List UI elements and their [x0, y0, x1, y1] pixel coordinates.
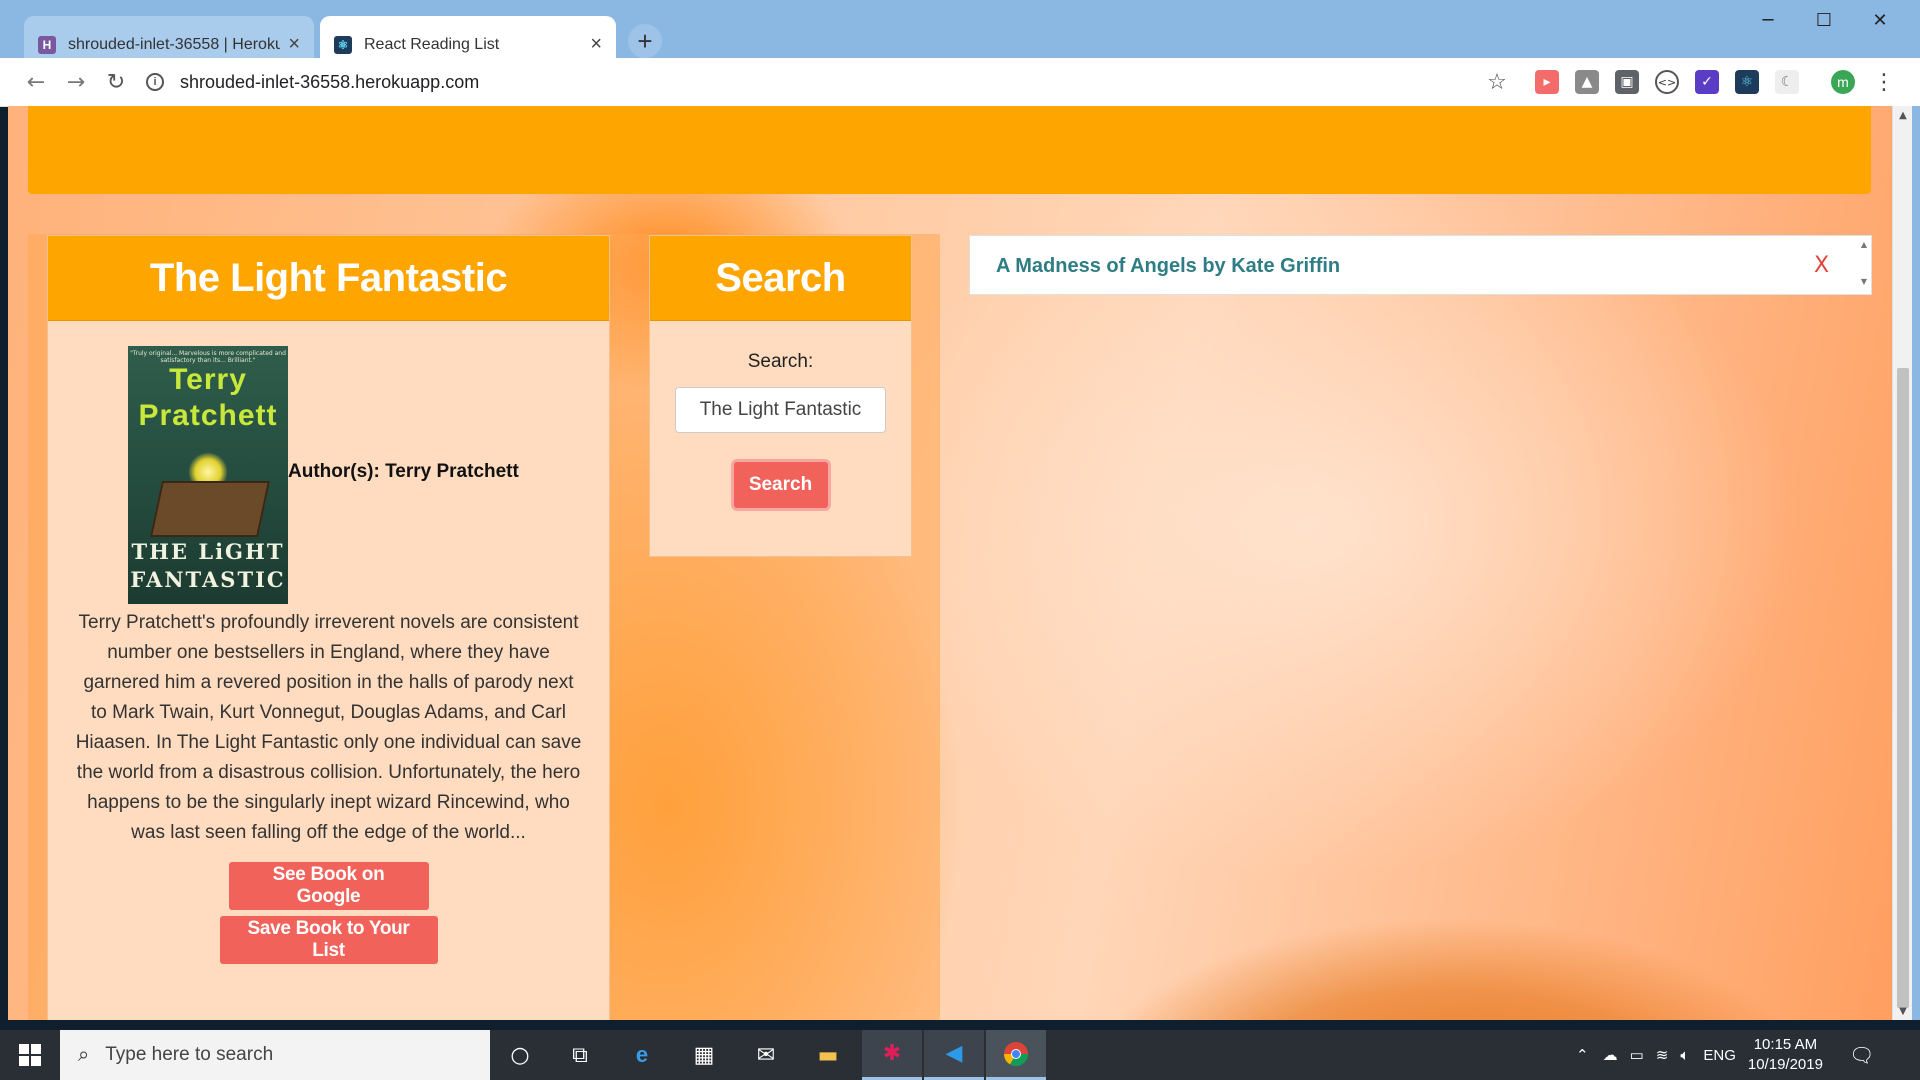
forward-icon[interactable]: → [60, 66, 92, 98]
store-icon[interactable]: ▦ [674, 1030, 734, 1080]
taskbar-search-box[interactable]: ⌕ Type here to search [60, 1030, 490, 1080]
tab-label: React Reading List [364, 35, 500, 53]
language-indicator[interactable]: ENG [1703, 1047, 1736, 1064]
cover-book-illustration [150, 481, 270, 537]
minimize-icon[interactable]: ─ [1740, 6, 1796, 34]
book-cover-image: "Truly original... Marvelous is more com… [128, 346, 288, 604]
remove-item-icon[interactable]: X [1814, 236, 1829, 296]
info-icon[interactable]: i [146, 73, 164, 91]
cortana-icon[interactable]: ○ [490, 1030, 550, 1080]
scroll-down-icon[interactable]: ▼ [1893, 1002, 1913, 1020]
volume-icon[interactable]: 🔈︎ [1680, 1047, 1689, 1064]
extension-capture-icon[interactable]: ▣ [1615, 70, 1639, 94]
close-tab-icon[interactable]: × [288, 33, 300, 56]
onedrive-icon[interactable]: ☁ [1603, 1046, 1618, 1064]
extension-code-icon[interactable]: <> [1655, 70, 1679, 94]
edge-icon[interactable]: e [612, 1030, 672, 1080]
reading-list-item[interactable]: A Madness of Angels by Kate Griffin [996, 236, 1340, 296]
chevron-up-icon[interactable]: ⌃ [1576, 1046, 1589, 1064]
scrollbar-thumb[interactable] [1897, 368, 1909, 1008]
mail-icon[interactable]: ✉ [736, 1030, 796, 1080]
file-explorer-icon[interactable]: ▬ [798, 1030, 858, 1080]
clock[interactable]: 10:15 AM 10/19/2019 [1748, 1035, 1823, 1075]
task-view-icon[interactable]: ⧉ [550, 1030, 610, 1080]
scroll-up-icon[interactable]: ▲ [1893, 106, 1913, 124]
book-title: The Light Fantastic [48, 236, 609, 321]
book-result-card: The Light Fantastic "Truly original... M… [47, 235, 610, 1020]
vscode-icon[interactable]: ◀ [924, 1030, 984, 1080]
extension-react-icon[interactable]: ⚛ [1735, 70, 1759, 94]
heroku-icon: H [38, 35, 56, 54]
see-book-on-google-button[interactable]: See Book on Google [228, 862, 429, 910]
search-input[interactable] [675, 387, 886, 433]
windows-taskbar: ⌕ Type here to search ○ ⧉ e ▦ ✉ ▬ ✱ ◀ ⌃ … [0, 1030, 1920, 1080]
extension-cast-icon[interactable]: ▸ [1535, 70, 1559, 94]
reload-icon[interactable]: ↻ [100, 66, 132, 98]
bookmark-star-icon[interactable]: ☆ [1481, 66, 1513, 98]
window-edge [1912, 106, 1920, 1020]
close-tab-icon[interactable]: × [590, 33, 602, 56]
save-book-button[interactable]: Save Book to Your List [219, 916, 438, 964]
taskbar-search-placeholder: Type here to search [105, 1044, 274, 1065]
react-icon: ⚛ [334, 35, 352, 54]
reading-list: A Madness of Angels by Kate Griffin X ▲ … [969, 235, 1872, 295]
url-text: shrouded-inlet-36558.herokuapp.com [180, 71, 480, 92]
search-card-title: Search [650, 236, 911, 321]
book-description: Terry Pratchett's profoundly irreverent … [75, 612, 582, 843]
maximize-icon[interactable]: ☐ [1796, 6, 1852, 34]
windows-start-icon[interactable] [0, 1030, 60, 1080]
chrome-icon[interactable] [986, 1030, 1046, 1080]
battery-icon[interactable]: ▭ [1630, 1046, 1644, 1064]
address-bar[interactable]: i shrouded-inlet-36558.herokuapp.com [146, 64, 1506, 100]
search-label: Search: [747, 351, 814, 372]
search-card: Search Search: Search [649, 235, 912, 557]
header-banner [28, 106, 1871, 194]
page-viewport: The Light Fantastic "Truly original... M… [8, 106, 1892, 1020]
search-button[interactable]: Search [730, 459, 831, 511]
book-info-row: "Truly original... Marvelous is more com… [48, 346, 609, 604]
system-tray: ⌃ ☁ ▭ ≋ 🔈︎ ENG 10:15 AM 10/19/2019 🗨︎ [1576, 1030, 1874, 1080]
back-icon[interactable]: ← [20, 66, 52, 98]
search-icon: ⌕ [78, 1043, 90, 1066]
extension-moon-icon[interactable]: ☾ [1775, 70, 1799, 94]
book-actions: See Book on Google Save Book to Your Lis… [48, 862, 609, 964]
extension-drive-icon[interactable]: ▲ [1575, 70, 1599, 94]
list-scrollbar[interactable]: ▲ ▼ [1857, 236, 1871, 294]
close-window-icon[interactable]: ✕ [1852, 6, 1908, 34]
extension-check-icon[interactable]: ✓ [1695, 70, 1719, 94]
browser-toolbar: ← → ↻ i shrouded-inlet-36558.herokuapp.c… [0, 58, 1920, 107]
clock-time: 10:15 AM [1753, 1036, 1818, 1053]
cover-author-text: Terry Pratchett [138, 363, 278, 432]
new-tab-button[interactable]: + [628, 24, 662, 58]
profile-avatar[interactable]: m [1831, 70, 1855, 94]
menu-icon[interactable]: ⋮ [1868, 66, 1900, 98]
book-authors: Author(s): Terry Pratchett [288, 461, 519, 482]
tab-label: shrouded-inlet-36558 | Heroku [68, 35, 281, 53]
cover-title-text: THE LiGHT FANTASTIC [130, 539, 286, 592]
notifications-icon[interactable]: 🗨︎ [1849, 1043, 1874, 1068]
slack-icon[interactable]: ✱ [862, 1030, 922, 1080]
page-scrollbar[interactable]: ▲ ▼ [1892, 106, 1913, 1020]
wifi-icon[interactable]: ≋ [1656, 1046, 1669, 1064]
clock-date: 10/19/2019 [1747, 1056, 1823, 1073]
